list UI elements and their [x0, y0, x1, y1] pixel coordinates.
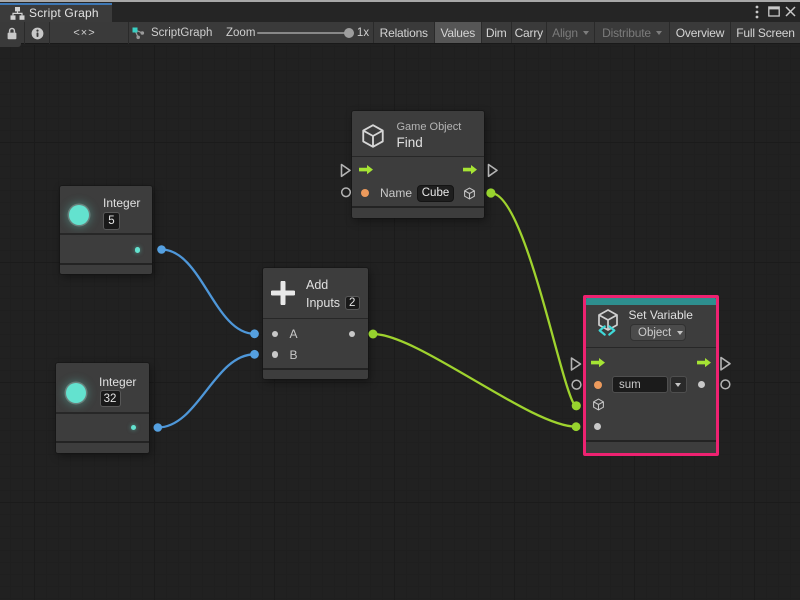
variable-name-input-port[interactable]	[594, 381, 602, 389]
node-divider	[586, 347, 716, 349]
toolbar-button-label: Overview	[676, 26, 724, 40]
flow-in-arrow-icon[interactable]	[591, 358, 605, 367]
integer-type-icon	[66, 383, 86, 403]
port-a-label: A	[290, 327, 298, 341]
node-set-variable[interactable]: Set Variable Object sum	[583, 295, 719, 457]
toolbar-button-values[interactable]: Values	[434, 22, 482, 43]
tab-script-graph[interactable]: Script Graph	[0, 3, 112, 22]
toolbar-button-align[interactable]: Align	[546, 22, 594, 43]
variable-name-value: sum	[619, 379, 641, 391]
toolbar-buttons: Relations Values Dim Carry Align Distribute Ov…	[0, 22, 800, 44]
value-input-port[interactable]	[594, 423, 602, 431]
node-title: Set Variable	[629, 308, 693, 322]
toolbar-button-label: Distribute	[602, 26, 651, 40]
toolbar-button-label: Align	[552, 26, 578, 40]
inputs-label: Inputs	[306, 296, 340, 310]
toolbar-button-relations[interactable]: Relations	[373, 22, 434, 43]
toolbar-button-label: Dim	[486, 26, 507, 40]
node-divider	[352, 156, 484, 158]
input-port-a[interactable]	[272, 331, 278, 337]
node-title: Integer	[99, 375, 136, 389]
node-divider	[352, 206, 484, 208]
input-port-b[interactable]	[272, 351, 278, 357]
variable-kind-value: Object	[638, 327, 671, 339]
toolbar-button-distribute[interactable]: Distribute	[594, 22, 669, 43]
graph-hierarchy-icon	[10, 7, 25, 20]
inputs-count-input[interactable]: 2	[345, 296, 360, 311]
name-port-label: Name	[380, 186, 412, 200]
toolbar-button-label: Values	[440, 26, 475, 40]
toolbar-button-overview[interactable]: Overview	[669, 22, 730, 43]
variable-brackets-icon	[597, 325, 617, 336]
flow-out-arrow-icon[interactable]	[463, 165, 477, 174]
window-close-icon[interactable]	[783, 3, 798, 21]
node-add[interactable]: Add Inputs 2 A B	[263, 268, 368, 380]
flow-in-arrow-icon[interactable]	[359, 165, 373, 174]
integer-type-icon	[69, 205, 89, 225]
node-divider	[263, 368, 368, 370]
toolbar-button-label: Relations	[380, 26, 428, 40]
chevron-down-icon	[583, 31, 589, 35]
chevron-down-icon	[677, 331, 683, 335]
window-maximize-icon[interactable]	[766, 3, 781, 21]
node-title: Integer	[103, 196, 140, 210]
integer-value-input[interactable]: 5	[103, 212, 120, 230]
integer-value-input[interactable]: 32	[100, 390, 121, 407]
window-controls	[750, 2, 800, 22]
node-integer-5[interactable]: Integer 5	[60, 186, 152, 274]
node-title: Find	[397, 135, 423, 151]
node-integer-32[interactable]: Integer 32	[56, 363, 149, 453]
value-output-port[interactable]	[698, 381, 706, 389]
gameobject-cube-icon	[360, 123, 386, 149]
graph-toolbar: <×> ScriptGraph Zoom 1x RelationsValuesD…	[0, 22, 800, 44]
tab-title: Script Graph	[29, 6, 99, 20]
node-divider	[263, 318, 368, 320]
node-divider	[60, 233, 152, 235]
output-port[interactable]	[135, 247, 141, 253]
panel-handle-stub	[0, 43, 21, 47]
toolbar-button-label: Carry	[515, 26, 543, 40]
name-value-input[interactable]: Cube	[417, 185, 454, 202]
chevron-down-icon	[675, 383, 681, 387]
node-divider	[60, 263, 152, 265]
node-category: Game Object	[397, 121, 462, 133]
script-graph-window: Script Graph	[0, 0, 800, 600]
output-port-sum[interactable]	[349, 331, 355, 337]
variable-name-dropdown-button[interactable]	[670, 376, 687, 393]
node-divider	[586, 440, 716, 442]
toolbar-button-dim[interactable]: Dim	[481, 22, 511, 43]
chevron-down-icon	[656, 31, 662, 35]
toolbar-button-label: Full Screen	[736, 26, 795, 40]
toolbar-button-full-screen[interactable]: Full Screen	[730, 22, 800, 43]
variable-kind-dropdown[interactable]: Object	[630, 324, 686, 341]
node-title: Add	[306, 278, 328, 292]
gameobject-input-port[interactable]	[592, 397, 605, 412]
add-icon	[271, 281, 295, 305]
node-divider	[56, 412, 149, 414]
port-b-label: B	[290, 348, 298, 362]
name-input-port[interactable]	[361, 189, 369, 197]
toolbar-button-carry[interactable]: Carry	[511, 22, 547, 43]
gameobject-output-port[interactable]	[463, 186, 476, 201]
window-menu-icon[interactable]	[750, 3, 765, 21]
flow-out-arrow-icon[interactable]	[697, 358, 711, 367]
output-port[interactable]	[131, 425, 137, 431]
tab-bar: Script Graph	[0, 2, 800, 23]
graph-canvas[interactable]: Integer 5 Integer 32 Add Inputs 2 A	[0, 45, 800, 600]
variable-name-field[interactable]: sum	[612, 376, 668, 393]
node-gameobject-find[interactable]: Game Object Find Name Cube	[352, 111, 484, 218]
variable-color-band	[586, 298, 716, 306]
node-divider	[56, 441, 149, 443]
